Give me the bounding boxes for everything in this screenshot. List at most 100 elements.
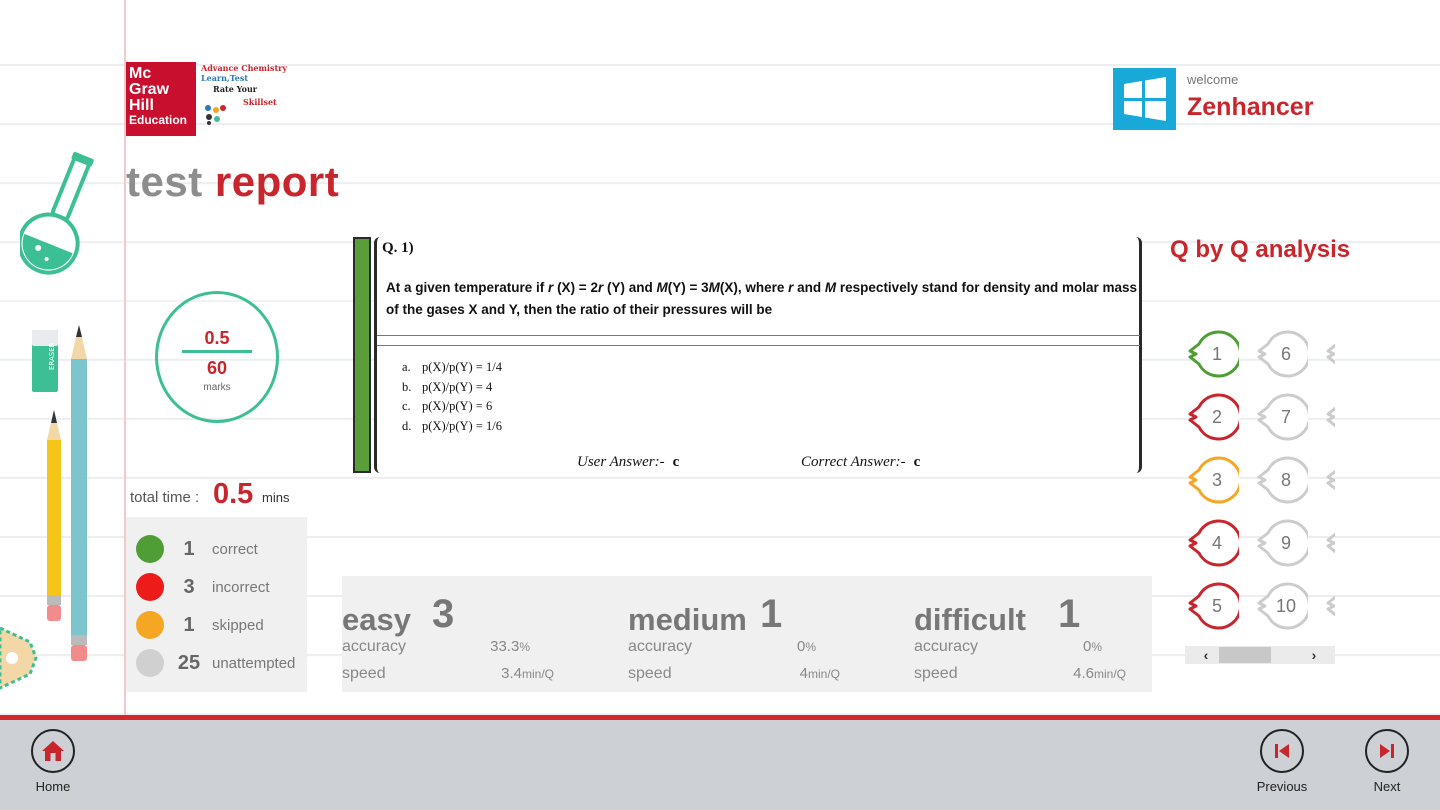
next-button[interactable] bbox=[1365, 729, 1409, 773]
question-bubble-7[interactable]: 7 bbox=[1256, 393, 1308, 441]
skipped-dot-icon bbox=[136, 611, 164, 639]
score-fraction-line bbox=[182, 350, 252, 353]
stat-label: incorrect bbox=[212, 578, 270, 596]
question-bubble-1[interactable]: 1 bbox=[1187, 330, 1239, 378]
bottom-app-bar: Home Previous Next bbox=[0, 720, 1440, 810]
difficulty-easy: easy 3 accuracy 33.3% speed 3.4min/Q bbox=[342, 576, 622, 692]
speech-bubble-icon bbox=[1326, 595, 1335, 617]
flask-illustration bbox=[20, 151, 94, 275]
stat-label: correct bbox=[212, 540, 258, 558]
question-bubble-9[interactable]: 9 bbox=[1256, 519, 1308, 567]
question-bubble-number: 3 bbox=[1211, 470, 1222, 490]
unattempted-dot-icon bbox=[136, 649, 164, 677]
question-bubble-more[interactable] bbox=[1325, 330, 1335, 378]
skip-previous-icon bbox=[1275, 744, 1289, 758]
accuracy-value: 0% bbox=[796, 638, 816, 655]
question-bubble-number: 1 bbox=[1211, 344, 1222, 364]
stat-row-correct: 1 correct bbox=[136, 534, 258, 564]
question-bubble-2[interactable]: 2 bbox=[1187, 393, 1239, 441]
qbyq-grid: 1 2 3 4 5 6 7 8 9 10 bbox=[1183, 328, 1335, 638]
question-bubble-number: 7 bbox=[1280, 407, 1291, 427]
question-bubble-more[interactable] bbox=[1325, 393, 1335, 441]
question-bubble-more[interactable] bbox=[1325, 456, 1335, 504]
question-text: At a given temperature if r (X) = 2r (Y)… bbox=[386, 280, 1138, 317]
question-bubble-6[interactable]: 6 bbox=[1256, 330, 1308, 378]
question-bubble-3[interactable]: 3 bbox=[1187, 456, 1239, 504]
windows-logo-tile bbox=[1113, 68, 1176, 130]
question-bubble-more[interactable] bbox=[1325, 519, 1335, 567]
stat-count: 1 bbox=[183, 537, 195, 560]
speed-value: 4min/Q bbox=[799, 665, 840, 682]
correct-answer-label: Correct Answer:- bbox=[801, 454, 906, 470]
previous-label: Previous bbox=[1256, 779, 1308, 794]
question-bubble-more[interactable] bbox=[1325, 582, 1335, 630]
option-b: b. p(X)/p(Y) = 4 bbox=[402, 379, 493, 394]
user-answer: User Answer:- c bbox=[577, 454, 679, 471]
option-c: c. p(X)/p(Y) = 6 bbox=[402, 399, 493, 413]
welcome-label: welcome bbox=[1187, 72, 1239, 87]
speed-value: 3.4min/Q bbox=[501, 665, 554, 682]
accuracy-label: accuracy bbox=[342, 638, 407, 655]
sharpener-shavings-illustration bbox=[0, 626, 38, 690]
speech-bubble-icon bbox=[1326, 343, 1335, 365]
windows-icon bbox=[1123, 77, 1166, 121]
accuracy-label: accuracy bbox=[914, 638, 979, 655]
home-label: Home bbox=[35, 779, 71, 794]
mcgraw-hill-logo: Mc Graw Hill Education bbox=[126, 62, 196, 136]
accuracy-value: 33.3% bbox=[490, 638, 530, 655]
scrollbar-thumb[interactable] bbox=[1219, 647, 1271, 663]
previous-button[interactable] bbox=[1260, 729, 1304, 773]
speech-bubble-icon bbox=[1326, 406, 1335, 428]
user-answer-label: User Answer:- bbox=[577, 454, 665, 470]
speed-label: speed bbox=[914, 665, 958, 682]
stat-label: skipped bbox=[212, 616, 264, 634]
speed-label: speed bbox=[342, 665, 386, 682]
question-bubble-4[interactable]: 4 bbox=[1187, 519, 1239, 567]
question-status-bar bbox=[353, 237, 371, 473]
question-bubble-number: 2 bbox=[1211, 407, 1222, 427]
question-bubble-number: 10 bbox=[1275, 596, 1297, 616]
svg-text:ERASER: ERASER bbox=[48, 342, 56, 370]
correct-answer-value: c bbox=[913, 454, 921, 470]
scroll-right-arrow[interactable]: › bbox=[1305, 646, 1323, 664]
difficulty-count: 3 bbox=[432, 592, 455, 636]
question-bubble-number: 5 bbox=[1211, 596, 1222, 616]
molecule-icon bbox=[205, 105, 226, 125]
stat-count: 3 bbox=[183, 575, 195, 598]
difficulty-count: 1 bbox=[760, 592, 783, 636]
home-button[interactable] bbox=[31, 729, 75, 773]
speech-bubble-icon bbox=[1326, 532, 1335, 554]
question-divider bbox=[377, 335, 1140, 336]
app-tagline-2: Learn,Test bbox=[201, 73, 249, 83]
stat-count: 25 bbox=[177, 651, 201, 674]
question-bubble-number: 4 bbox=[1211, 533, 1222, 553]
question-bubble-10[interactable]: 10 bbox=[1256, 582, 1308, 630]
question-divider bbox=[377, 345, 1140, 346]
score-total: 60 bbox=[206, 358, 228, 378]
pencil-illustration-teal bbox=[71, 325, 87, 661]
score-obtained: 0.5 bbox=[204, 328, 230, 348]
question-bubble-8[interactable]: 8 bbox=[1256, 456, 1308, 504]
app-tagline-3: Rate Your bbox=[213, 84, 257, 94]
scroll-left-arrow[interactable]: ‹ bbox=[1197, 646, 1215, 664]
logo-line: Mc bbox=[129, 65, 152, 82]
speech-bubble-icon bbox=[1326, 469, 1335, 491]
score-circle: 0.5 60 marks bbox=[155, 291, 279, 423]
accuracy-value: 0% bbox=[1082, 638, 1102, 655]
page-title-part2: report bbox=[214, 158, 340, 205]
total-time-value: 0.5 bbox=[213, 478, 254, 510]
total-time-label: total time : bbox=[130, 489, 200, 506]
stat-row-skipped: 1 skipped bbox=[136, 610, 264, 640]
stat-row-incorrect: 3 incorrect bbox=[136, 572, 270, 602]
answer-stats-panel: 1 correct 3 incorrect 1 skipped 25 unatt… bbox=[126, 517, 307, 692]
user-answer-value: c bbox=[672, 454, 680, 470]
qbyq-scrollbar[interactable]: ‹ › bbox=[1185, 646, 1335, 664]
speed-value: 4.6min/Q bbox=[1073, 665, 1126, 682]
accuracy-label: accuracy bbox=[628, 638, 693, 655]
logo-line: Education bbox=[129, 113, 188, 127]
skip-next-icon bbox=[1380, 744, 1394, 758]
app-tagline-1: Advance Chemistry bbox=[201, 63, 288, 73]
question-bubble-5[interactable]: 5 bbox=[1187, 582, 1239, 630]
question-bubble-number: 6 bbox=[1280, 344, 1291, 364]
difficulty-difficult: difficult 1 accuracy 0% speed 4.6min/Q bbox=[914, 576, 1194, 692]
